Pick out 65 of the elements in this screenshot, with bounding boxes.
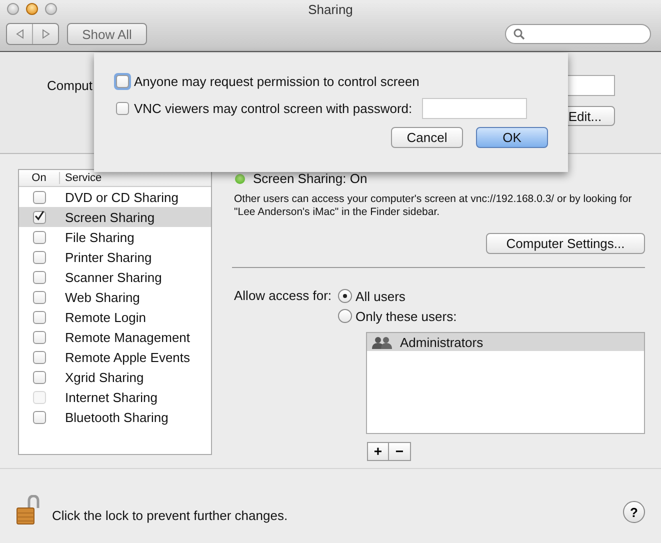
service-row[interactable]: Web Sharing [19, 287, 211, 307]
column-header: On [19, 172, 60, 184]
user-row[interactable]: Administrators [367, 333, 644, 351]
group-icon [372, 336, 392, 348]
service-row[interactable]: Remote Apple Events [19, 347, 211, 367]
checkbox[interactable] [33, 350, 46, 364]
service-name: Remote Apple Events [65, 350, 190, 364]
ok-button[interactable]: OK [476, 127, 548, 148]
allow-access-label: Allow access for: [234, 287, 332, 305]
back-icon [16, 29, 24, 39]
checkbox[interactable] [33, 230, 46, 244]
service-row[interactable]: Printer Sharing [19, 247, 211, 267]
close-button[interactable] [7, 3, 19, 15]
service-name: Remote Management [65, 330, 190, 344]
checkbox[interactable] [116, 102, 129, 114]
checkbox[interactable] [33, 250, 46, 264]
service-name: Internet Sharing [65, 390, 158, 404]
service-name: DVD or CD Sharing [65, 190, 178, 204]
remove-button[interactable]: − [389, 442, 411, 461]
status-text: Screen Sharing: On [253, 171, 368, 186]
service-name: Web Sharing [65, 290, 140, 304]
service-name: File Sharing [65, 230, 134, 244]
cancel-button[interactable]: Cancel [391, 127, 463, 148]
checkbox[interactable] [33, 210, 46, 224]
service-row[interactable]: Scanner Sharing [19, 267, 211, 287]
radio-option[interactable]: Only these users: [338, 306, 457, 326]
service-name: Bluetooth Sharing [65, 410, 168, 424]
help-button[interactable]: ? [623, 501, 645, 523]
service-name: Screen Sharing [65, 210, 155, 224]
column-header: Service [64, 172, 102, 184]
service-row[interactable]: Remote Management [19, 327, 211, 347]
radio-option[interactable]: All users [338, 286, 457, 306]
password-field[interactable] [422, 98, 528, 118]
checkbox[interactable] [33, 190, 46, 204]
checkbox[interactable] [33, 290, 46, 304]
computer-settings-button[interactable]: Computer Settings... [486, 233, 645, 254]
minimize-button[interactable] [26, 3, 38, 15]
checkbox[interactable] [33, 330, 46, 344]
service-row[interactable]: Remote Login [19, 307, 211, 327]
open-lock-icon [16, 495, 40, 525]
checkbox-label: Anyone may request permission to control screen [134, 74, 420, 88]
window-title: Sharing [308, 2, 353, 17]
service-row[interactable]: File Sharing [19, 227, 211, 247]
service-name: Xgrid Sharing [65, 370, 144, 384]
forward-icon [42, 29, 50, 39]
lock-message: Click the lock to prevent further changes. [52, 508, 288, 522]
checkbox[interactable] [33, 270, 46, 284]
service-row[interactable]: Screen Sharing [19, 207, 211, 227]
zoom-button[interactable] [45, 3, 57, 15]
search-field[interactable] [505, 24, 651, 44]
service-name: Scanner Sharing [65, 270, 162, 284]
checkbox[interactable] [33, 310, 46, 324]
checkbox[interactable] [33, 410, 46, 424]
service-row[interactable]: Xgrid Sharing [19, 367, 211, 387]
service-name: Printer Sharing [65, 250, 152, 264]
service-row[interactable]: DVD or CD Sharing [19, 187, 211, 207]
add-button[interactable]: + [367, 442, 389, 461]
service-name: Remote Login [65, 310, 146, 324]
service-row[interactable]: Bluetooth Sharing [19, 407, 211, 427]
search-icon [513, 28, 525, 40]
checkbox-label: VNC viewers may control screen with password: [134, 100, 412, 116]
checkbox[interactable] [33, 370, 46, 384]
show-all-button[interactable]: Show All [67, 23, 147, 45]
computer-name-label: Comput [47, 78, 93, 93]
description-text: Other users can access your computer's screen at vnc://192.168.0.3/ or by looking for "Lee Anderson's iMac" in the Finder sidebar. [234, 193, 633, 219]
